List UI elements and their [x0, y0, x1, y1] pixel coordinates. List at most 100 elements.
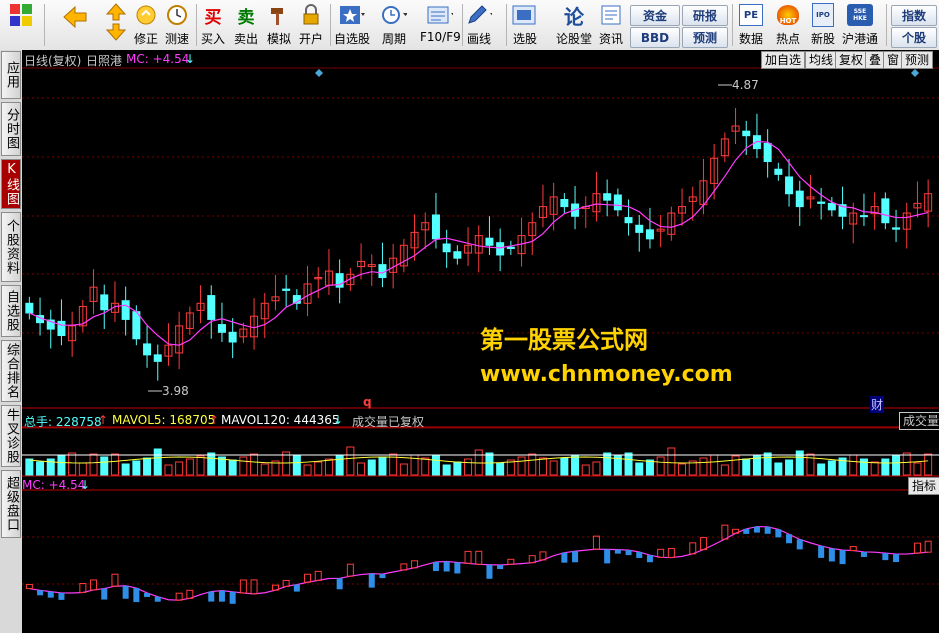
add-watchlist-button[interactable]: 加自选 [761, 51, 806, 69]
candle-body [763, 142, 772, 162]
volume-bar [153, 448, 162, 476]
ma-button[interactable]: 均线 [805, 51, 838, 69]
app-logo-button[interactable] [8, 2, 34, 48]
hot-button[interactable]: HOT 热点 [775, 2, 801, 48]
tab-intraday[interactable]: 分时图 [1, 102, 21, 156]
volume-bar [806, 453, 815, 476]
mc-down-bar [893, 554, 900, 563]
hk-connect-button[interactable]: SSE HKE 沪港通 [842, 2, 878, 48]
app-logo-icon [8, 2, 34, 28]
adjust-button[interactable]: 复权 [835, 51, 868, 69]
volume-bar [870, 461, 879, 476]
research-button[interactable]: 研报 [682, 5, 728, 26]
single-stock-button[interactable]: 个股 [891, 27, 937, 48]
watermark-title: 第一股票公式网 [480, 326, 648, 354]
period-button[interactable]: 周期 [381, 2, 407, 48]
volume-bar [185, 458, 194, 476]
volume-bar [207, 452, 216, 476]
mc-indicator-line [29, 525, 929, 601]
tab-ranking[interactable]: 综合排名 [1, 340, 21, 402]
candle-body [57, 320, 66, 337]
volume-bar [592, 461, 601, 476]
candle-body [121, 300, 130, 320]
event-marker-q[interactable]: q [363, 395, 372, 409]
tab-super-quote-label: 超级盘口 [4, 476, 19, 532]
candle-body [207, 295, 216, 320]
data-button[interactable]: PE 数据 [738, 2, 764, 48]
mc-down-bar [743, 528, 750, 534]
candle-body [153, 354, 162, 362]
tab-diagnosis[interactable]: 牛叉诊股 [1, 405, 21, 467]
mc-up-bar [304, 573, 312, 583]
candle-body [485, 237, 494, 246]
up-down-button[interactable] [103, 2, 129, 48]
mc-down-bar [368, 573, 375, 588]
mc-down-bar [775, 529, 782, 538]
select-stock-button[interactable]: 选股 [512, 2, 538, 48]
sell-button[interactable]: 卖 卖出 [233, 2, 259, 48]
select-stock-icon [512, 2, 538, 28]
volume-bar [464, 458, 473, 476]
volume-bar [720, 464, 729, 476]
mc-down-bar [122, 585, 129, 599]
volume-bar [431, 454, 440, 476]
main-toolbar: 修正 测速 买 买入 卖 卖出 模拟 开户 自选股 周期 F10/F9 画线 选 [0, 0, 939, 51]
volume-bar [367, 459, 376, 476]
overlay-button[interactable]: 叠 [865, 51, 886, 69]
watchlist-button[interactable]: 自选股 [334, 2, 370, 48]
volume-bar [774, 462, 783, 476]
hammer-icon [266, 2, 292, 28]
period-label: 日线(复权) [24, 54, 82, 68]
lock-icon [298, 2, 324, 28]
volume-total-arrow-icon: ↑ [98, 413, 109, 427]
mc-up-bar [475, 550, 483, 565]
event-marker-finance[interactable]: 财 [870, 396, 885, 413]
indicator-button[interactable]: 指标d [908, 477, 939, 495]
index-button[interactable]: 指数 [891, 5, 937, 26]
tab-watchlist[interactable]: 自选股 [1, 285, 21, 337]
volume-bar [731, 455, 740, 476]
volume-bar [57, 455, 66, 476]
mc-up-bar [239, 579, 247, 594]
mc-down-bar [47, 591, 54, 598]
buy-button[interactable]: 买 买入 [200, 2, 226, 48]
simulate-button[interactable]: 模拟 [266, 2, 292, 48]
tab-stock-profile[interactable]: 个股资料 [1, 212, 21, 282]
tab-kline[interactable]: K线图 [1, 159, 21, 209]
forecast-button[interactable]: 预测 [682, 27, 728, 48]
fix-button[interactable]: 修正 [133, 2, 159, 48]
mavol120-arrow-icon: ↓ [333, 413, 344, 427]
news-button[interactable]: 资讯 [598, 2, 624, 48]
open-account-button[interactable]: 开户 [298, 2, 324, 48]
ipo-button[interactable]: IPO 新股 [810, 2, 836, 48]
speed-test-button[interactable]: 测速 [164, 2, 190, 48]
star-icon [339, 2, 365, 28]
volume-indicator-button[interactable]: 成交量 [899, 412, 939, 430]
back-button[interactable] [60, 2, 90, 48]
sell-icon: 卖 [237, 7, 255, 28]
tab-ranking-label: 综合排名 [4, 343, 19, 399]
kline-chart-area[interactable]: 日线(复权) 日照港 MC: +4.54 ↓ 加自选 均线 复权 叠 窗 预测 … [22, 50, 939, 633]
volume-bar [36, 461, 45, 476]
forum-button[interactable]: 论 论股堂 [556, 2, 592, 48]
volume-bar [346, 446, 355, 476]
volume-bar [121, 463, 130, 476]
mc-down-bar [818, 545, 825, 558]
tab-apps[interactable]: 应用 [1, 51, 21, 99]
f10-button[interactable]: F10/F9 [420, 2, 461, 48]
draw-line-button[interactable]: 画线 [466, 2, 492, 48]
mc-down-bar [454, 562, 461, 574]
f10-icon [427, 2, 454, 28]
volume-bar [881, 458, 890, 476]
bbd-button[interactable]: BBD [630, 27, 680, 48]
window-button[interactable]: 窗 [883, 51, 904, 69]
side-tab-bar: 应用 分时图 K线图 个股资料 自选股 综合排名 牛叉诊股 超级盘口 [0, 50, 23, 633]
mc-up-bar [657, 548, 665, 558]
forecast-pane-button[interactable]: 预测 [901, 51, 934, 69]
mc-up-bar [314, 570, 322, 581]
mc-up-bar [90, 579, 98, 591]
mc-up-bar [175, 592, 183, 601]
tab-super-quote[interactable]: 超级盘口 [1, 470, 21, 538]
volume-bar [752, 455, 761, 476]
fund-button[interactable]: 资金 [630, 5, 680, 26]
